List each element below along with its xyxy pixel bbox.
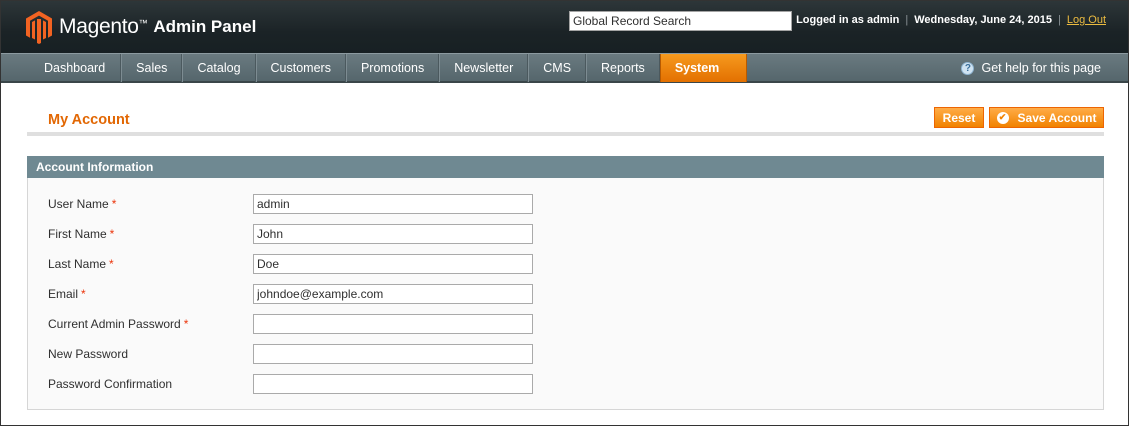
required-mark: * — [183, 317, 189, 331]
divider — [27, 132, 1104, 136]
form-row-user-name: User Name * — [28, 194, 1103, 214]
global-record-search-input[interactable] — [569, 11, 792, 31]
reset-button[interactable]: Reset — [934, 107, 984, 128]
nav-item-sales[interactable]: Sales — [121, 54, 183, 82]
section-header-account-information: Account Information — [27, 156, 1104, 178]
magento-logo-icon — [26, 11, 52, 44]
help-link[interactable]: ? Get help for this page — [961, 54, 1101, 82]
current-date: Wednesday, June 24, 2015 — [914, 14, 1052, 26]
required-mark: * — [109, 227, 115, 241]
current-admin-password-label: Current Admin Password * — [48, 317, 189, 331]
logout-link[interactable]: Log Out — [1067, 14, 1106, 26]
help-icon: ? — [961, 61, 975, 75]
logged-in-text: Logged in as admin — [796, 14, 900, 26]
required-mark: * — [81, 287, 86, 301]
password-confirmation-label: Password Confirmation — [48, 377, 173, 391]
nav-item-system[interactable]: System — [659, 54, 748, 82]
password-confirmation-input[interactable] — [253, 374, 533, 394]
main-nav: Dashboard Sales Catalog Customers Promot… — [1, 53, 1128, 83]
separator: | — [905, 14, 909, 26]
checkmark-icon: ✔ — [996, 111, 1009, 124]
save-account-label: Save Account — [1017, 110, 1097, 125]
required-mark: * — [109, 257, 114, 271]
nav-item-dashboard[interactable]: Dashboard — [27, 54, 122, 82]
nav-item-customers[interactable]: Customers — [255, 54, 346, 82]
brand-name: Magento™ — [59, 15, 148, 38]
help-label: Get help for this page — [981, 61, 1101, 75]
nav-item-newsletter[interactable]: Newsletter — [439, 54, 529, 82]
email-label: Email * — [48, 287, 86, 301]
save-account-button[interactable]: ✔ Save Account — [989, 107, 1104, 128]
form-row-password-confirmation: Password Confirmation — [28, 374, 1103, 394]
new-password-label: New Password — [48, 347, 129, 361]
account-information-fieldset: User Name* First Name* Last Name* Email*… — [27, 178, 1104, 410]
new-password-input[interactable] — [253, 344, 533, 364]
form-row-new-password: New Password — [28, 344, 1103, 364]
first-name-input[interactable] — [253, 224, 533, 244]
user-name-label: User Name * — [48, 197, 117, 211]
separator: | — [1058, 14, 1061, 26]
magento-logo[interactable]: Magento™ Admin Panel — [25, 10, 256, 44]
user-name-input[interactable] — [253, 194, 533, 214]
nav-item-reports[interactable]: Reports — [586, 54, 660, 82]
form-row-last-name: Last Name * — [28, 254, 1103, 274]
form-row-current-admin-password: Current Admin Password * — [28, 314, 1103, 334]
page-title: My Account — [48, 112, 130, 128]
last-name-label: Last Name * — [48, 257, 114, 271]
required-mark: * — [111, 197, 117, 211]
nav-item-cms[interactable]: CMS — [528, 54, 587, 82]
admin-header: Magento™ Admin Panel Logged in as admin … — [1, 1, 1128, 53]
header-user-info: Logged in as admin | Wednesday, June 24,… — [796, 14, 1106, 26]
nav-item-promotions[interactable]: Promotions — [345, 54, 440, 82]
brand-sub: Admin Panel — [153, 17, 257, 36]
last-name-input[interactable] — [253, 254, 533, 274]
email-input[interactable] — [253, 284, 533, 304]
nav-item-catalog[interactable]: Catalog — [182, 54, 256, 82]
reset-label: Reset — [942, 110, 976, 125]
current-admin-password-input[interactable] — [253, 314, 533, 334]
form-row-first-name: First Name * — [28, 224, 1103, 244]
first-name-label: First Name * — [48, 227, 115, 241]
form-row-email: Email * — [28, 284, 1103, 304]
